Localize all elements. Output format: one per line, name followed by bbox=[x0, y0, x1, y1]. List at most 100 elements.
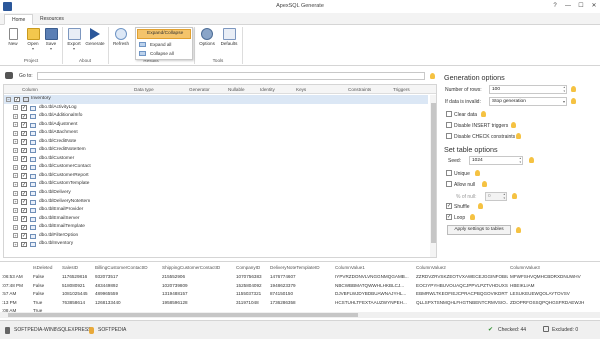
expand-toggle[interactable]: + bbox=[13, 147, 18, 153]
preview-col-header[interactable]: DeliveryNoteTemplateID bbox=[270, 263, 334, 272]
tab-resources[interactable]: Resources bbox=[33, 14, 71, 25]
table-checkbox[interactable]: ✓ bbox=[21, 216, 27, 222]
table-row[interactable]: + ✓ dbo.tblAdjustment bbox=[4, 121, 428, 130]
collapse-all-item[interactable]: Collapse all bbox=[136, 49, 192, 58]
spinner-icon[interactable]: ▴ ▾ bbox=[519, 156, 521, 164]
expand-toggle[interactable]: + bbox=[13, 224, 18, 230]
clear-data-checkbox[interactable] bbox=[446, 111, 452, 117]
expand-toggle[interactable]: + bbox=[13, 190, 18, 196]
hint-bulb-icon[interactable] bbox=[470, 214, 475, 220]
col-header[interactable]: Data type bbox=[134, 87, 154, 92]
collapse-toggle[interactable]: − bbox=[6, 96, 11, 102]
if-invalid-select[interactable]: Stop generation ▾ bbox=[489, 97, 567, 106]
disable-check-constraints-checkbox[interactable] bbox=[446, 133, 452, 139]
table-row[interactable]: + ✓ dbo.tblCustomTemplate bbox=[4, 180, 428, 189]
number-of-rows-input[interactable]: 100 ▴ ▾ bbox=[489, 85, 567, 94]
table-row[interactable]: + ✓ dbo.tblCustomer bbox=[4, 155, 428, 164]
hint-bulb-icon[interactable] bbox=[481, 111, 486, 117]
expand-all-item[interactable]: Expand all bbox=[136, 40, 192, 49]
hint-bulb-icon[interactable] bbox=[571, 86, 576, 92]
expand-toggle[interactable]: + bbox=[13, 173, 18, 179]
col-header[interactable]: Keys bbox=[296, 87, 306, 92]
table-checkbox[interactable]: ✓ bbox=[21, 139, 27, 145]
allow-null-checkbox[interactable] bbox=[446, 181, 452, 187]
preview-col-header[interactable]: ShippingCustomerContactID bbox=[162, 263, 235, 272]
options-button[interactable]: Options bbox=[196, 27, 218, 55]
preview-horizontal-scrollbar[interactable] bbox=[0, 312, 600, 318]
expand-toggle[interactable]: + bbox=[13, 156, 18, 162]
table-row[interactable]: + ✓ dbo.tblActivityLog bbox=[4, 104, 428, 113]
col-header[interactable]: Column bbox=[22, 87, 38, 92]
shuffle-checkbox[interactable]: ✓ bbox=[446, 203, 452, 209]
table-checkbox[interactable]: ✓ bbox=[21, 199, 27, 205]
expand-toggle[interactable]: + bbox=[13, 113, 18, 119]
table-checkbox[interactable]: ✓ bbox=[21, 224, 27, 231]
preview-col-header[interactable]: ColumnValue1 bbox=[335, 263, 415, 272]
table-checkbox[interactable]: ✓ bbox=[21, 147, 27, 154]
table-row[interactable]: + ✓ dbo.tblInventory bbox=[4, 240, 428, 249]
table-row[interactable]: + ✓ dbo.tblFilterOption bbox=[4, 232, 428, 241]
goto-input[interactable] bbox=[37, 72, 425, 80]
disable-insert-triggers-checkbox[interactable] bbox=[446, 122, 452, 128]
preview-col-header[interactable]: SalesID bbox=[62, 263, 94, 272]
preview-col-header[interactable]: ColumnValue3 bbox=[510, 263, 598, 272]
expand-collapse-button[interactable]: Expand/Collapse bbox=[137, 29, 191, 39]
seed-input[interactable]: 1024 ▴ ▾ bbox=[469, 156, 523, 165]
defaults-button[interactable]: Defaults bbox=[218, 27, 240, 55]
expand-toggle[interactable]: + bbox=[13, 199, 18, 205]
table-checkbox[interactable]: ✓ bbox=[21, 164, 27, 171]
table-row[interactable]: + ✓ dbo.tblEmailProvider bbox=[4, 206, 428, 215]
expand-toggle[interactable]: + bbox=[13, 122, 18, 128]
close-button[interactable]: ✕ bbox=[589, 2, 599, 11]
table-checkbox[interactable]: ✓ bbox=[21, 241, 27, 248]
root-checkbox[interactable]: ✓ bbox=[14, 96, 20, 102]
unique-checkbox[interactable] bbox=[446, 170, 452, 176]
tree-root-row[interactable]: − ✓ Inventory bbox=[4, 95, 428, 104]
minimize-button[interactable]: — bbox=[563, 2, 573, 11]
preview-col-header[interactable]: CompanyID bbox=[236, 263, 269, 272]
table-row[interactable]: + ✓ dbo.tblCreditNoteItem bbox=[4, 146, 428, 155]
hint-bulb-icon[interactable] bbox=[482, 181, 487, 187]
scrollbar-thumb[interactable] bbox=[431, 103, 436, 243]
hint-bulb-icon[interactable] bbox=[512, 193, 517, 199]
expand-toggle[interactable]: + bbox=[13, 105, 18, 111]
table-row[interactable]: + ✓ dbo.tblDelivery bbox=[4, 189, 428, 198]
table-row[interactable]: + ✓ dbo.tblEmailServer bbox=[4, 215, 428, 224]
maximize-button[interactable]: ☐ bbox=[576, 2, 586, 11]
hint-bulb-icon[interactable] bbox=[475, 170, 480, 176]
save-button[interactable]: Save ▾ bbox=[40, 27, 62, 55]
apply-settings-button[interactable]: Apply settings to tables bbox=[447, 225, 511, 235]
expand-toggle[interactable]: + bbox=[13, 207, 18, 213]
table-row[interactable]: + ✓ dbo.tblAttachment bbox=[4, 129, 428, 138]
generate-button[interactable]: Generate bbox=[84, 27, 106, 55]
tab-home[interactable]: Home bbox=[4, 14, 34, 25]
loop-checkbox[interactable]: ✓ bbox=[446, 214, 452, 220]
table-row[interactable]: + ✓ dbo.tblEmailTemplate bbox=[4, 223, 428, 232]
refresh-button[interactable]: Refresh bbox=[110, 27, 132, 55]
table-row[interactable]: + ✓ dbo.tblCreditNote bbox=[4, 138, 428, 147]
preview-col-header[interactable]: ColumnValue2 bbox=[416, 263, 508, 272]
hint-bulb-icon[interactable] bbox=[511, 122, 516, 128]
table-checkbox[interactable]: ✓ bbox=[21, 113, 27, 120]
new-button[interactable]: New bbox=[2, 27, 24, 55]
pct-null-input[interactable]: 0 ▴ ▾ bbox=[485, 192, 507, 201]
table-checkbox[interactable]: ✓ bbox=[21, 181, 27, 188]
expand-toggle[interactable]: + bbox=[13, 233, 18, 239]
hint-bulb-icon[interactable] bbox=[529, 157, 534, 163]
expand-toggle[interactable]: + bbox=[13, 181, 18, 187]
table-row[interactable]: + ✓ dbo.tblCustomerReport bbox=[4, 172, 428, 181]
help-button[interactable]: ? bbox=[550, 2, 560, 11]
hint-bulb-icon[interactable] bbox=[478, 203, 483, 209]
spinner-icon[interactable]: ▴ ▾ bbox=[503, 192, 505, 200]
expand-toggle[interactable]: + bbox=[13, 130, 18, 136]
table-checkbox[interactable]: ✓ bbox=[21, 173, 27, 179]
table-row[interactable]: + ✓ dbo.tblAdditionalInfo bbox=[4, 112, 428, 121]
expand-toggle[interactable]: + bbox=[13, 216, 18, 222]
col-header[interactable]: Identity bbox=[260, 87, 275, 92]
export-button[interactable]: Export ▾ bbox=[63, 27, 85, 55]
table-row[interactable]: + ✓ dbo.tblCustomerContact bbox=[4, 163, 428, 172]
table-checkbox[interactable]: ✓ bbox=[21, 190, 27, 197]
col-header[interactable]: Nullable bbox=[228, 87, 245, 92]
col-header[interactable]: Constraints bbox=[348, 87, 371, 92]
hint-bulb-icon[interactable] bbox=[516, 227, 521, 233]
